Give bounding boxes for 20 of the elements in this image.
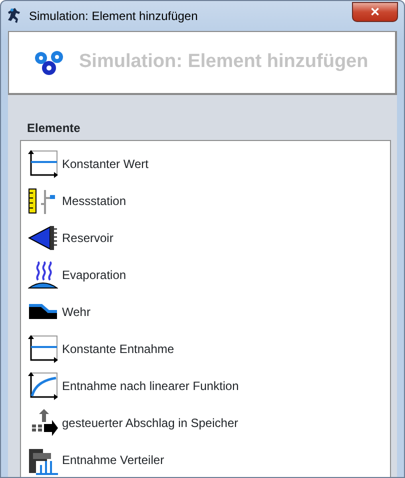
element-item[interactable]: Reservoir: [62, 228, 114, 246]
element-item[interactable]: Messstation: [62, 192, 126, 210]
evaporation-icon: [28, 260, 58, 290]
close-button[interactable]: ✕: [352, 2, 398, 22]
element-item[interactable]: Entnahme Verteiler: [62, 450, 164, 468]
chart-icon: [28, 148, 58, 178]
chart-icon: [28, 370, 58, 400]
runner-icon: [7, 7, 23, 25]
element-item[interactable]: Konstante Entnahme: [62, 340, 174, 358]
gears-icon: [33, 48, 65, 76]
gauge-station-icon: [28, 186, 58, 216]
chart-icon: [28, 334, 58, 364]
element-item[interactable]: Evaporation: [62, 266, 126, 284]
element-item[interactable]: gesteuerter Abschlag in Speicher: [62, 414, 238, 432]
element-item[interactable]: Konstanter Wert: [62, 154, 148, 172]
window-title: Simulation: Element hinzufügen: [29, 8, 198, 25]
header-title: Simulation: Element hinzufügen: [79, 50, 368, 74]
element-item[interactable]: Entnahme nach linearer Funktion: [62, 376, 239, 394]
element-item[interactable]: Wehr: [62, 302, 90, 320]
group-label: Elemente: [27, 120, 82, 137]
